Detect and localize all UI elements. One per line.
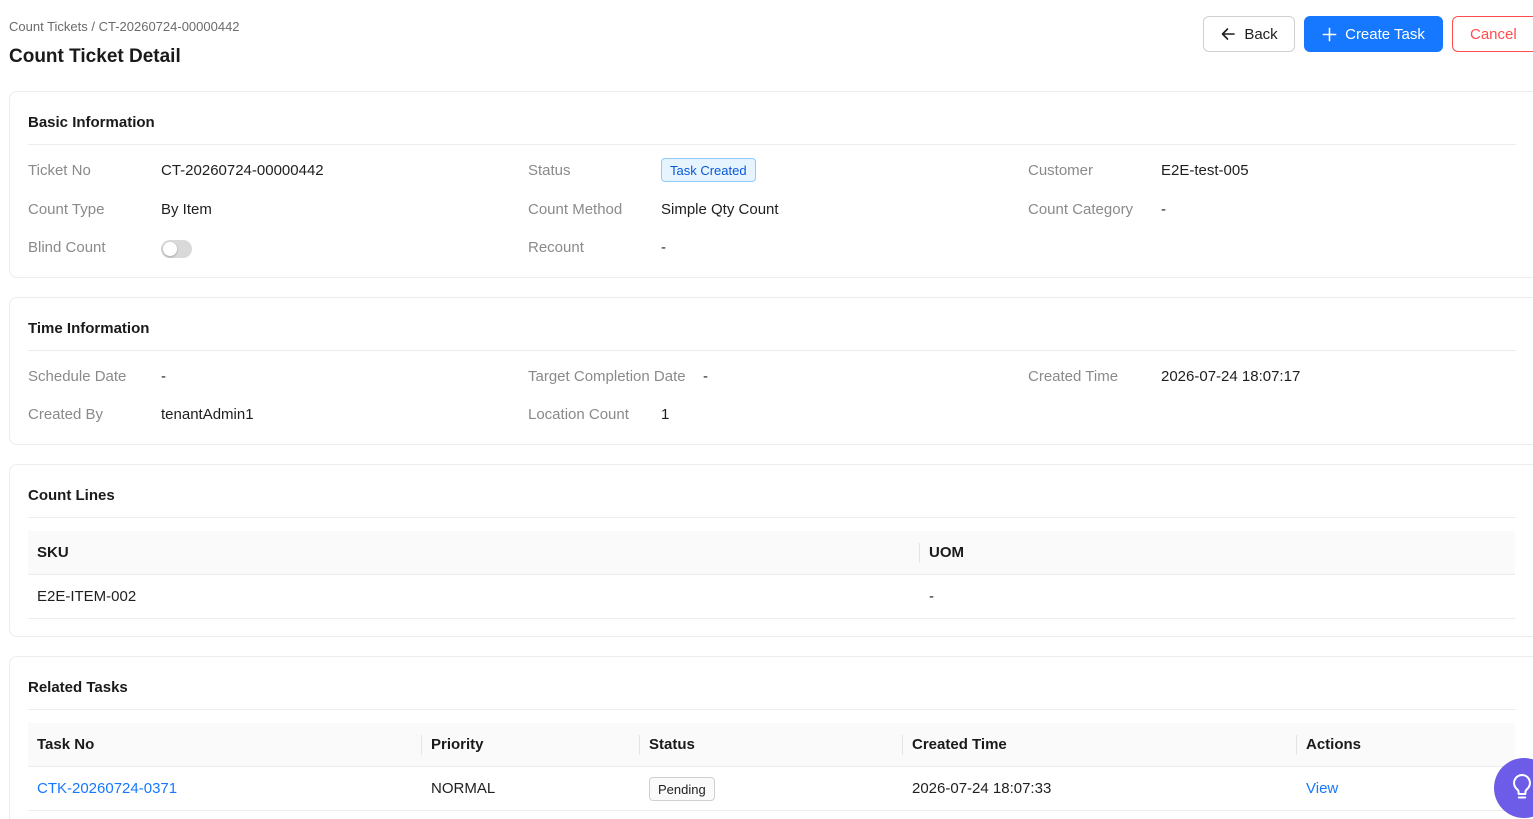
create-task-button[interactable]: Create Task [1304,16,1443,52]
ticket-no-value: CT-20260724-00000442 [161,162,324,179]
column-header-sku[interactable]: SKU [37,531,69,575]
column-separator [902,735,903,755]
time-information-title: Time Information [28,320,150,337]
created-time-label: Created Time [1028,368,1119,385]
count-method-value: Simple Qty Count [661,201,779,218]
recount-label: Recount [528,239,584,256]
count-type-label: Count Type [28,201,105,218]
basic-information-card: Basic Information Ticket No CT-20260724-… [9,91,1533,278]
column-header-status[interactable]: Status [649,723,695,767]
count-type-value: By Item [161,201,212,218]
task-status-badge: Pending [649,777,715,801]
table-header: Task No Priority Status Created Time Act… [28,723,1515,767]
target-completion-label: Target Completion Date [528,368,686,385]
blind-count-toggle[interactable] [161,240,192,258]
table-row: E2E-ITEM-002 - [28,575,1515,619]
count-lines-card: Count Lines SKU UOM E2E-ITEM-002 - [9,464,1533,637]
column-header-actions[interactable]: Actions [1306,723,1361,767]
count-lines-title: Count Lines [28,487,115,504]
priority-cell: NORMAL [431,780,496,797]
table-header: SKU UOM [28,531,1515,575]
count-category-label: Count Category [1028,201,1134,218]
column-header-uom[interactable]: UOM [929,531,964,575]
cancel-button-label: Cancel [1470,25,1517,43]
recount-value: - [661,239,666,256]
sku-cell: E2E-ITEM-002 [37,588,137,605]
customer-label: Customer [1028,162,1094,179]
basic-information-title: Basic Information [28,114,155,131]
plus-icon [1322,27,1337,42]
column-header-created-time[interactable]: Created Time [912,723,1007,767]
target-completion-value: - [703,368,708,385]
view-link[interactable]: View [1306,767,1338,811]
related-tasks-card: Related Tasks Task No Priority Status Cr… [9,656,1533,819]
divider [28,517,1516,518]
cancel-button[interactable]: Cancel [1452,16,1533,52]
column-separator [919,543,920,563]
created-time-cell: 2026-07-24 18:07:33 [912,780,1052,797]
status-badge: Task Created [661,158,756,182]
location-count-value: 1 [661,406,670,423]
created-by-label: Created By [28,406,104,423]
back-button-label: Back [1244,25,1278,43]
count-category-value: - [1161,201,1166,218]
column-header-priority[interactable]: Priority [431,723,484,767]
table-row: CTK-20260724-0371 NORMAL Pending 2026-07… [28,767,1515,811]
related-tasks-table: Task No Priority Status Created Time Act… [28,723,1515,811]
page-title: Count Ticket Detail [9,46,181,67]
schedule-date-value: - [161,368,166,385]
arrow-left-icon [1220,26,1236,42]
divider [28,144,1516,145]
count-method-label: Count Method [528,201,623,218]
column-header-task-no[interactable]: Task No [37,723,94,767]
location-count-label: Location Count [528,406,629,423]
create-task-button-label: Create Task [1345,25,1425,43]
created-by-value: tenantAdmin1 [161,406,254,423]
related-tasks-title: Related Tasks [28,679,128,696]
schedule-date-label: Schedule Date [28,368,127,385]
task-no-link[interactable]: CTK-20260724-0371 [37,767,177,811]
count-lines-table: SKU UOM E2E-ITEM-002 - [28,531,1515,619]
uom-cell: - [929,588,934,605]
divider [28,350,1516,351]
column-separator [421,735,422,755]
status-label: Status [528,162,571,179]
customer-value: E2E-test-005 [1161,162,1249,179]
divider [28,709,1516,710]
back-button[interactable]: Back [1203,16,1295,52]
created-time-value: 2026-07-24 18:07:17 [1161,368,1301,385]
ticket-no-label: Ticket No [28,162,91,179]
time-information-card: Time Information Schedule Date - Target … [9,297,1533,445]
toggle-knob [163,242,177,256]
column-separator [639,735,640,755]
blind-count-label: Blind Count [28,239,106,256]
breadcrumb[interactable]: Count Tickets / CT-20260724-00000442 [9,19,240,34]
column-separator [1296,735,1297,755]
